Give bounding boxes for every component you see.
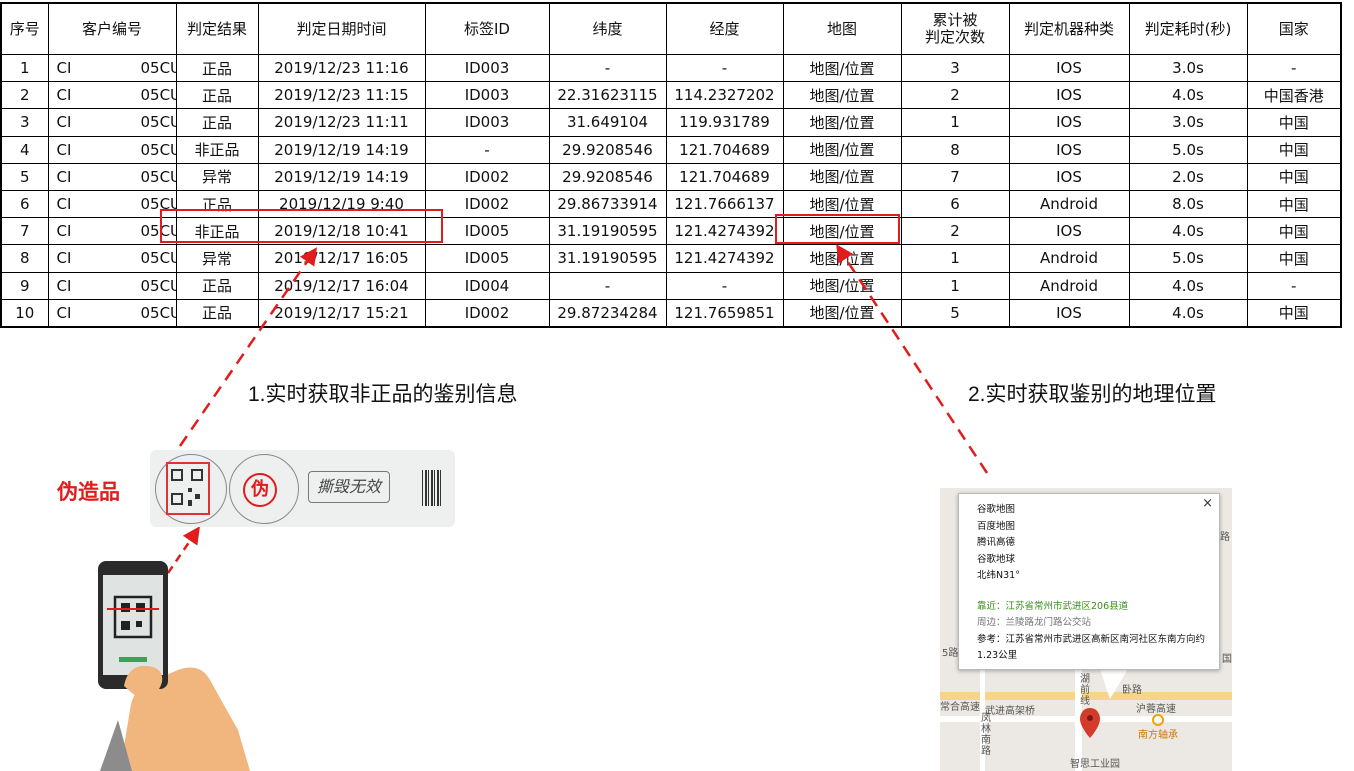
map-pin-icon	[1080, 708, 1100, 738]
counterfeit-label: 伪造品	[57, 481, 120, 504]
arrow-to-result	[178, 247, 317, 447]
popup-latitude: 北纬N31°	[977, 570, 1020, 581]
arrow-to-map	[836, 244, 989, 474]
map-lake: 湖前线	[1080, 674, 1090, 707]
map-info-popup: × 谷歌地图 百度地图 腾讯高德 谷歌地球 北纬N31° 靠近：江苏省常州市武进区20…	[958, 493, 1220, 670]
popup-around: 周边：兰陵路龙门路公交站	[977, 617, 1092, 628]
map-provider-link[interactable]: 百度地图	[977, 519, 1219, 536]
map-place-2: 智思工业园	[1070, 759, 1120, 770]
step2-caption: 2.实时获取鉴别的地理位置	[968, 383, 1217, 406]
arrow-phone-to-sticker	[166, 526, 200, 574]
map-road-6: 5路	[942, 648, 959, 659]
fake-stamp-icon: 伪	[243, 473, 277, 507]
place-marker-icon	[1152, 714, 1164, 726]
map-road-3: 沪蓉高速	[1136, 704, 1176, 715]
map-road-5: 凤林南路	[981, 713, 991, 757]
anti-counterfeit-sticker: 伪 撕毁无效	[150, 450, 455, 527]
map-edge-2: 国	[1222, 654, 1232, 665]
map-place-1: 南方轴承	[1138, 730, 1178, 741]
map-panel[interactable]: 常合高速 武进高架桥 沪蓉高速 卧路 湖前线 凤林南路 5路 南方轴承 智思工业…	[940, 488, 1232, 771]
map-road-1: 常合高速	[940, 702, 980, 713]
close-icon[interactable]: ×	[1202, 496, 1213, 513]
barcode-icon	[422, 470, 442, 506]
map-provider-link[interactable]: 谷歌地图	[977, 502, 1219, 519]
popup-pointer	[1100, 669, 1128, 699]
popup-reference: 参考：江苏省常州市武进区高新区南河社区东南方向约1.23公里	[977, 633, 1206, 662]
sticker-qr-code	[166, 462, 210, 515]
map-provider-link[interactable]: 谷歌地球	[977, 552, 1219, 569]
map-provider-link[interactable]: 腾讯高德	[977, 535, 1219, 552]
map-edge-1: 路	[1220, 532, 1230, 543]
popup-near: 靠近：江苏省常州市武进区206县道	[977, 600, 1129, 612]
tear-invalid-text: 撕毁无效	[308, 471, 390, 503]
thumb-illustration	[124, 665, 163, 698]
step1-caption: 1.实时获取非正品的鉴别信息	[248, 383, 518, 406]
